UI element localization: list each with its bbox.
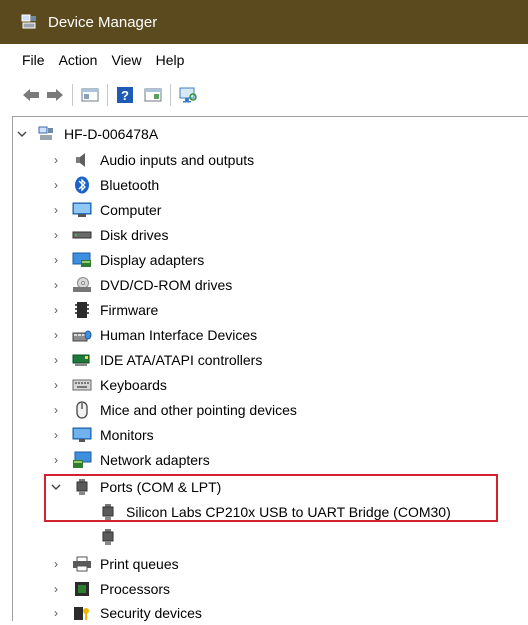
chevron-right-icon[interactable]: › [50,582,62,596]
tree-item-disk-drives[interactable]: › Disk drives [50,222,168,247]
toolbar: ? [0,78,528,112]
chevron-right-icon[interactable]: › [50,378,62,392]
tree-item-label: Mice and other pointing devices [100,401,297,418]
chevron-right-icon[interactable]: › [50,203,62,217]
tree-item-display-adapters[interactable]: › Display adapters [50,247,204,272]
tree-item-network-adapters[interactable]: › Network adapters [50,447,210,472]
keyboard-icon [72,376,92,394]
chevron-right-icon[interactable]: › [50,428,62,442]
device-manager-icon [21,14,36,29]
tree-item-label: Keyboards [100,376,167,393]
speaker-icon [72,151,92,169]
tree-item-label: Human Interface Devices [100,326,258,343]
chevron-right-icon[interactable]: › [50,403,62,417]
tree-item-monitors[interactable]: › Monitors [50,422,154,447]
tree-item-label: Computer [100,201,162,218]
help-icon[interactable]: ? [114,83,136,107]
tree-item-label: Disk drives [100,226,169,243]
disk-drive-icon [72,226,92,244]
menu-bar: File Action View Help [0,44,528,76]
tree-item-keyboards[interactable]: › Keyboards [50,372,167,397]
ide-controller-icon [72,351,92,369]
tree-item-print-queues[interactable]: › Print queues [50,551,179,576]
printer-icon [72,555,92,573]
scan-hardware-icon[interactable] [177,83,199,107]
security-icon [72,604,92,622]
tree-item-processors[interactable]: › Processors [50,576,170,601]
tree-item-label: Audio inputs and outputs [100,151,255,168]
computer-root-icon [36,125,56,143]
mouse-icon [72,400,92,419]
tree-item-label: Processors [100,580,171,597]
tree-item-dvd[interactable]: › DVD/CD-ROM drives [50,272,232,297]
network-adapter-icon [72,451,92,469]
menu-help[interactable]: Help [156,50,185,70]
tree-item-label: Network adapters [100,451,210,468]
chevron-right-icon[interactable]: › [50,453,62,467]
toolbar-separator [170,84,171,106]
tree-item-label: DVD/CD-ROM drives [100,276,233,293]
tree-item-firmware[interactable]: › Firmware [50,297,158,322]
tree-item-label: Bluetooth [100,176,160,193]
window-title: Device Manager [48,13,158,31]
bluetooth-icon [72,176,92,194]
chevron-right-icon[interactable]: › [50,353,62,367]
hid-icon [72,326,92,344]
tree-item-mice[interactable]: › Mice and other pointing devices [50,397,297,422]
chevron-right-icon[interactable]: › [50,557,62,571]
computer-icon [72,201,92,219]
display-adapter-icon [72,251,92,269]
toolbar-separator [107,84,108,106]
tree-item-label: Print queues [100,555,179,572]
processor-icon [72,580,92,598]
port-connector-icon [98,528,118,546]
chevron-right-icon[interactable]: › [50,303,62,317]
tree-root[interactable]: HF-D-006478A [16,121,158,146]
menu-view[interactable]: View [111,50,141,70]
chevron-right-icon[interactable]: › [50,228,62,242]
monitor-icon [72,426,92,444]
tree-item-label: Display adapters [100,251,205,268]
menu-action[interactable]: Action [59,50,98,70]
dvd-drive-icon [72,276,92,294]
update-driver-icon[interactable] [142,83,164,107]
toolbar-separator [72,84,73,106]
tree-item-ide[interactable]: › IDE ATA/ATAPI controllers [50,347,262,372]
tree-item-label: Monitors [100,426,154,443]
svg-text:?: ? [121,88,129,103]
device-manager-window: Device Manager File Action View Help ? H… [0,0,528,621]
tree-item-audio[interactable]: › Audio inputs and outputs [50,147,254,172]
chevron-down-icon[interactable] [16,130,28,138]
tree-item-label: Firmware [100,301,159,318]
highlight-box [44,474,498,522]
chevron-right-icon[interactable]: › [50,606,62,620]
chevron-right-icon[interactable]: › [50,178,62,192]
chevron-right-icon[interactable]: › [50,253,62,267]
chevron-right-icon[interactable]: › [50,153,62,167]
chevron-right-icon[interactable]: › [50,328,62,342]
firmware-icon [72,301,92,319]
tree-item-security[interactable]: › Security devices [50,600,202,625]
tree-root-label: HF-D-006478A [64,125,159,142]
forward-arrow-icon[interactable] [44,83,66,107]
tree-item-hid[interactable]: › Human Interface Devices [50,322,257,347]
menu-file[interactable]: File [22,50,45,70]
title-bar: Device Manager [0,0,528,44]
properties-icon[interactable] [79,83,101,107]
chevron-right-icon[interactable]: › [50,278,62,292]
tree-item-label: Security devices [100,604,202,621]
tree-child-port-2[interactable] [94,524,126,549]
back-arrow-icon[interactable] [20,83,42,107]
tree-item-label: IDE ATA/ATAPI controllers [100,351,263,368]
tree-item-computer[interactable]: › Computer [50,197,161,222]
tree-item-bluetooth[interactable]: › Bluetooth [50,172,159,197]
